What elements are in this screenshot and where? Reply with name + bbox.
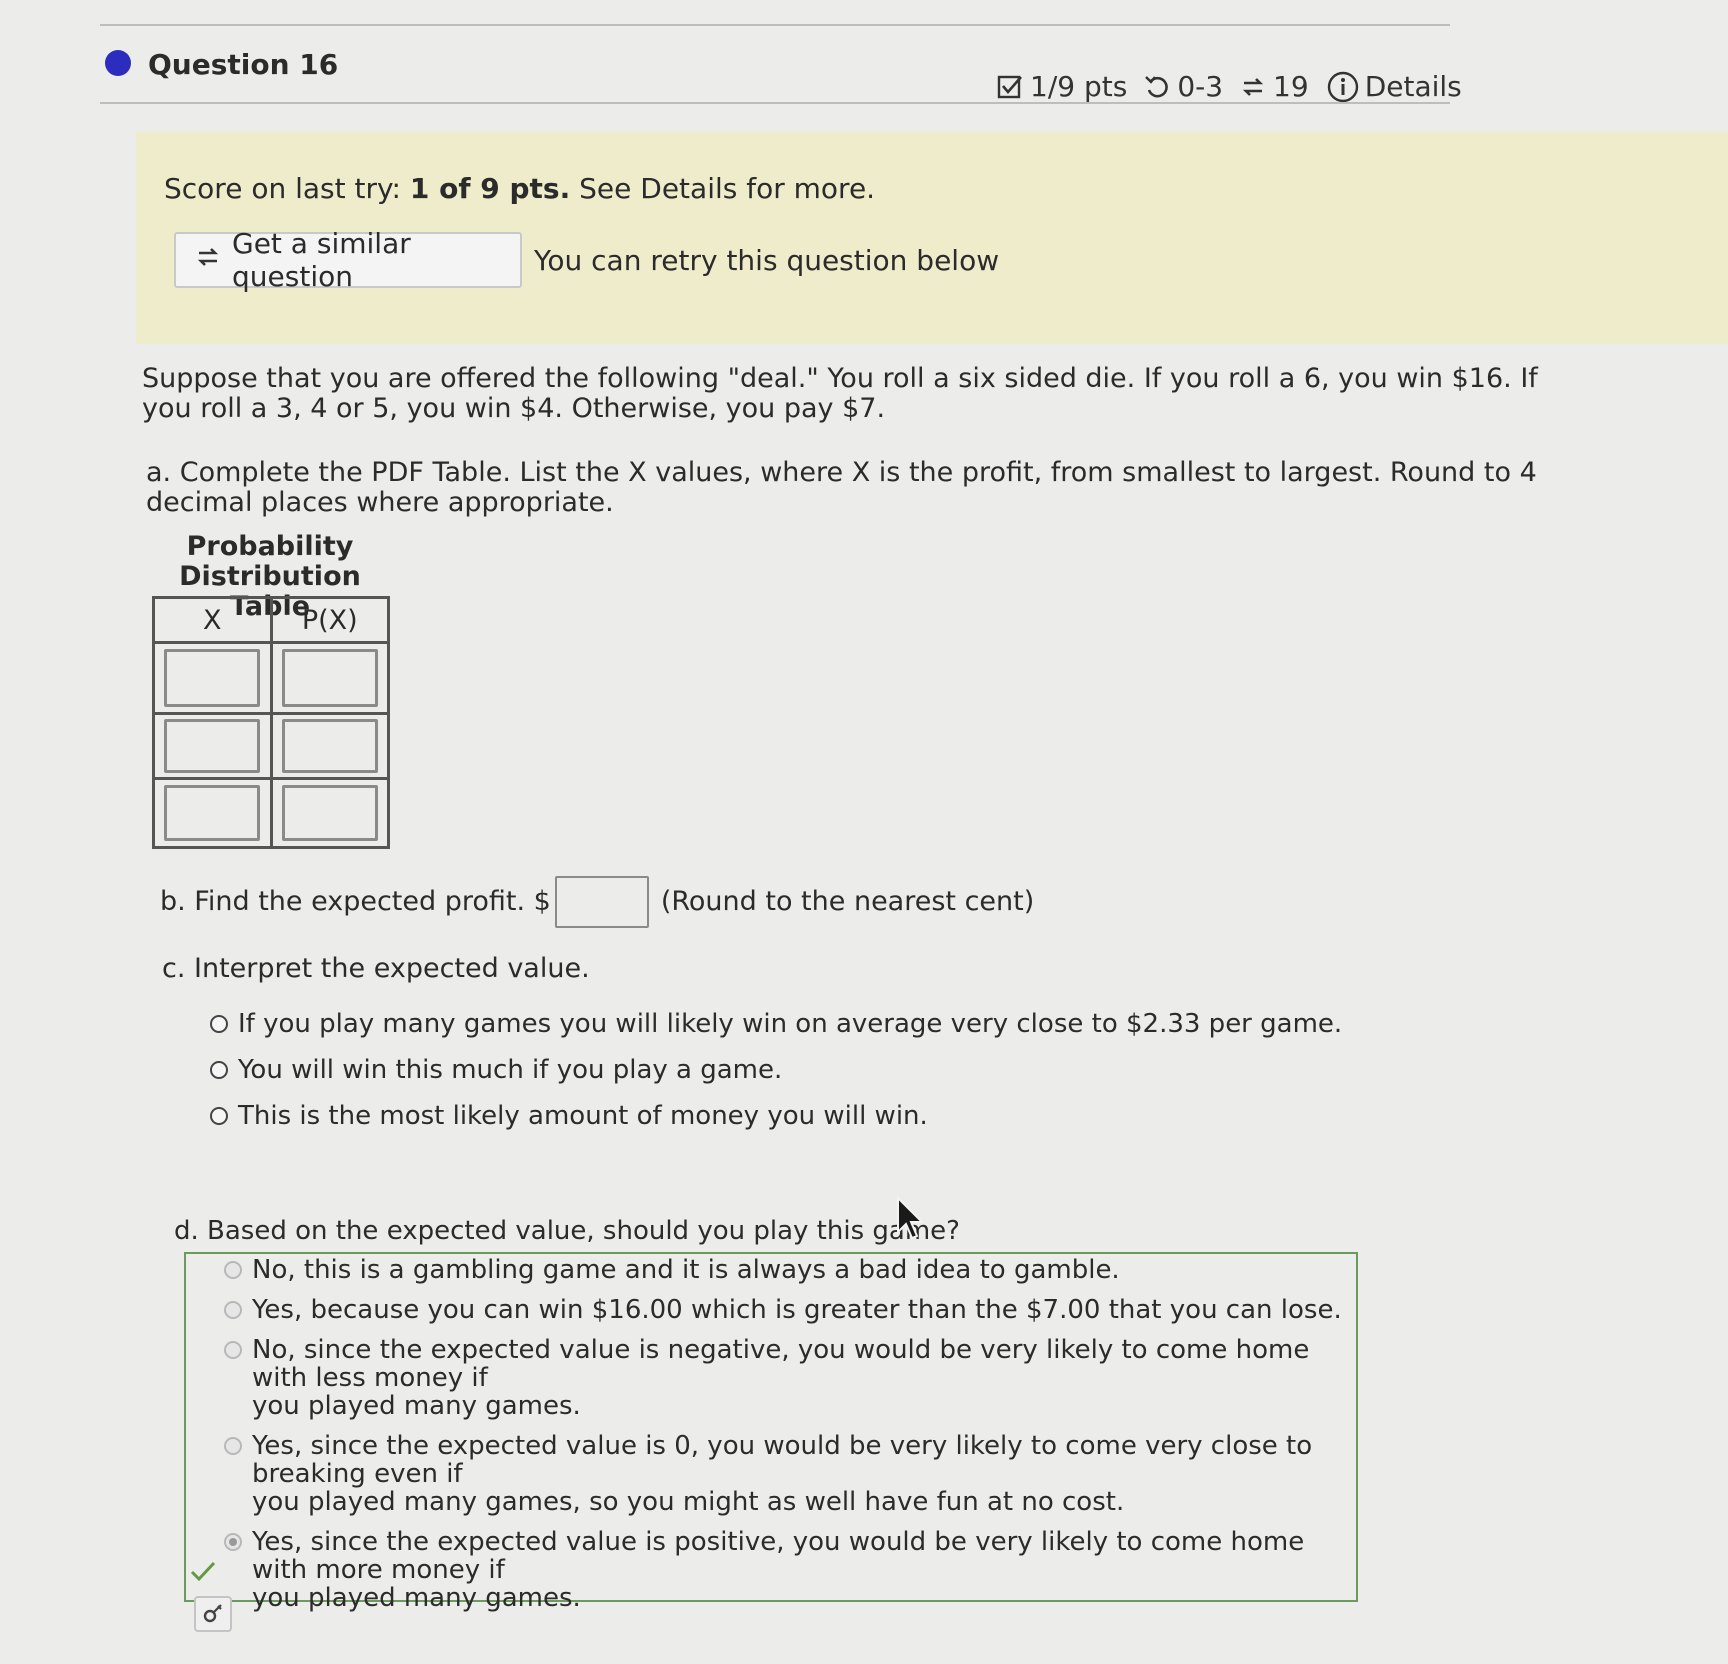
intro-line-2: you roll a 3, 4 or 5, you win $4. Otherw… <box>142 393 886 424</box>
part-b: b. Find the expected profit. $ (Round to… <box>160 876 1034 928</box>
details-label: Details <box>1364 70 1462 103</box>
radio-button[interactable] <box>210 1061 228 1079</box>
px-input-2[interactable] <box>281 719 378 773</box>
mouse-cursor-icon <box>896 1195 926 1244</box>
x-input-3[interactable] <box>164 785 261 841</box>
intro-line-1: Suppose that you are offered the followi… <box>142 363 1538 394</box>
radio-button[interactable] <box>210 1015 228 1033</box>
part-a-line-1: a. Complete the PDF Table. List the X va… <box>146 457 1537 488</box>
attempts-icon <box>1143 73 1171 101</box>
radio-button[interactable] <box>224 1341 242 1359</box>
part-c-options: If you play many games you will likely w… <box>210 1010 1342 1130</box>
part-d-option-line-2: you played many games, so you might as w… <box>252 1487 1125 1517</box>
table-caption-line-1: Probability <box>186 531 354 562</box>
expected-profit-input[interactable] <box>554 876 649 928</box>
key-icon-button[interactable] <box>194 1596 232 1632</box>
refresh-icon <box>194 243 222 278</box>
question-intro: Suppose that you are offered the followi… <box>142 364 1538 424</box>
part-d-option-4[interactable]: Yes, since the expected value is 0, you … <box>224 1432 1344 1516</box>
part-d-option-line-2: you played many games. <box>252 1583 581 1613</box>
part-c-option-1[interactable]: If you play many games you will likely w… <box>210 1010 1342 1038</box>
part-d-option-line-1: Yes, since the expected value is 0, you … <box>252 1431 1313 1489</box>
score-banner: Score on last try: 1 of 9 pts. See Detai… <box>136 132 1728 344</box>
part-d-option-line-1: No, since the expected value is negative… <box>252 1335 1310 1393</box>
question-status-dot <box>105 50 131 76</box>
question-title: Question 16 <box>148 48 339 81</box>
part-c-option-text: You will win this much if you play a gam… <box>238 1055 783 1085</box>
part-d-option-line-1: No, this is a gambling game and it is al… <box>252 1255 1120 1285</box>
table-row <box>152 641 390 715</box>
key-icon <box>203 1604 222 1623</box>
attempts-count: 0-3 <box>1177 70 1224 103</box>
similar-question-button[interactable]: Get a similar question <box>174 227 522 293</box>
part-c-option-2[interactable]: You will win this much if you play a gam… <box>210 1056 1342 1084</box>
score-summary: Score on last try: 1 of 9 pts. See Detai… <box>164 174 875 204</box>
part-c-option-text: If you play many games you will likely w… <box>238 1009 1343 1039</box>
part-c-label: c. Interpret the expected value. <box>162 953 590 984</box>
part-d-option-2[interactable]: Yes, because you can win $16.00 which is… <box>224 1296 1344 1324</box>
score-prefix: Score on last try: <box>164 172 401 205</box>
correct-check-icon <box>190 1560 216 1586</box>
part-d-option-5[interactable]: Yes, since the expected value is positiv… <box>224 1528 1344 1612</box>
part-b-label: b. Find the expected profit. $ <box>160 886 551 917</box>
x-input-2[interactable] <box>164 719 261 773</box>
table-row <box>152 777 390 849</box>
part-d-option-line-1: Yes, because you can win $16.00 which is… <box>252 1295 1342 1325</box>
info-icon <box>1327 71 1359 103</box>
part-d-option-line-2: you played many games. <box>252 1391 581 1421</box>
pdf-table: X P(X) <box>152 596 390 849</box>
radio-button[interactable] <box>224 1301 242 1319</box>
table-header-px: P(X) <box>269 596 390 644</box>
score-bold: 1 of 9 pts. <box>409 172 571 205</box>
px-input-1[interactable] <box>281 649 378 707</box>
part-d-option-1[interactable]: No, this is a gambling game and it is al… <box>224 1256 1344 1284</box>
radio-button[interactable] <box>224 1261 242 1279</box>
table-header-x: X <box>152 596 273 644</box>
retry-text: You can retry this question below <box>534 244 1000 277</box>
part-a-line-2: decimal places where appropriate. <box>146 487 614 518</box>
radio-button-selected[interactable] <box>224 1533 242 1551</box>
score-pts: 1/9 pts <box>1030 70 1128 103</box>
versions-icon <box>1239 73 1267 101</box>
details-link[interactable]: Details <box>1327 70 1462 103</box>
table-row <box>152 712 390 780</box>
score-suffix: See Details for more. <box>579 172 876 205</box>
part-d-options: No, this is a gambling game and it is al… <box>224 1256 1344 1612</box>
radio-button[interactable] <box>224 1437 242 1455</box>
part-c-option-3[interactable]: This is the most likely amount of money … <box>210 1102 1342 1130</box>
part-a-instructions: a. Complete the PDF Table. List the X va… <box>146 458 1537 518</box>
similar-question-label: Get a similar question <box>232 227 411 293</box>
part-d-option-line-1: Yes, since the expected value is positiv… <box>252 1527 1305 1585</box>
score-checkbox-icon <box>996 73 1024 101</box>
px-input-3[interactable] <box>281 785 378 841</box>
part-b-hint: (Round to the nearest cent) <box>660 886 1035 917</box>
part-d-label: d. Based on the expected value, should y… <box>174 1216 960 1246</box>
part-c-option-text: This is the most likely amount of money … <box>238 1101 928 1131</box>
question-meta: 1/9 pts 0-3 19 Details <box>996 70 1462 103</box>
x-input-1[interactable] <box>164 649 261 707</box>
part-d-option-3[interactable]: No, since the expected value is negative… <box>224 1336 1344 1420</box>
radio-button[interactable] <box>210 1107 228 1125</box>
versions-count: 19 <box>1273 70 1309 103</box>
